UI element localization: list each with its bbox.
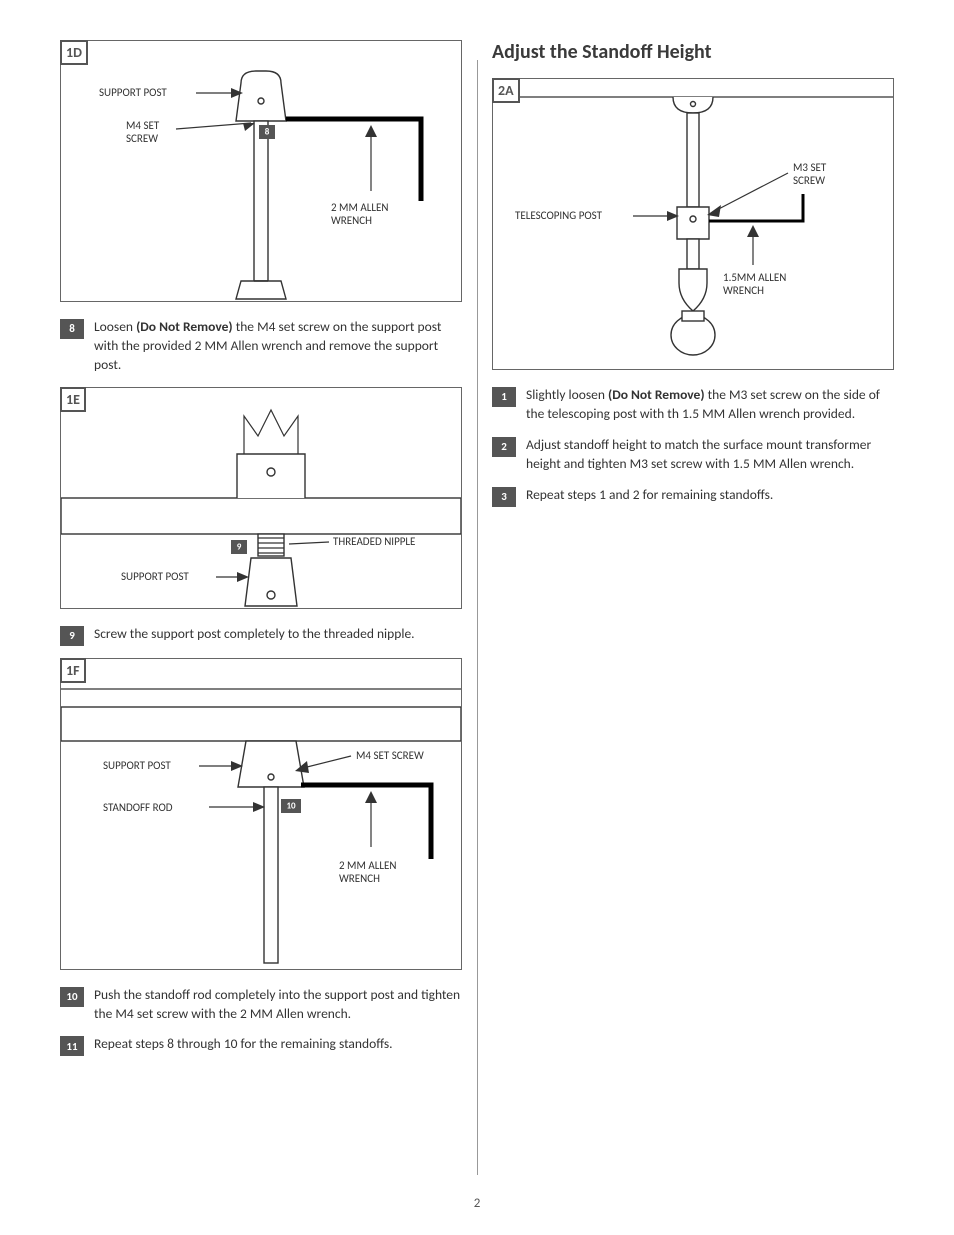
step-9: 9 Screw the support post completely to t…	[60, 625, 462, 646]
svg-text:1.5MM ALLEN: 1.5MM ALLEN	[723, 271, 786, 284]
svg-text:M4 SET SCREW: M4 SET SCREW	[356, 749, 424, 762]
step-text: Repeat steps 8 through 10 for the remain…	[94, 1035, 462, 1056]
svg-text:WRENCH: WRENCH	[339, 872, 380, 885]
step-num: 10	[60, 987, 84, 1007]
svg-text:SUPPORT POST: SUPPORT POST	[103, 759, 171, 772]
figure-1f-svg: SUPPORT POST STANDOFF ROD M4 SET SCREW 2…	[61, 659, 461, 969]
step-11: 11 Repeat steps 8 through 10 for the rem…	[60, 1035, 462, 1056]
svg-text:TELESCOPING POST: TELESCOPING POST	[515, 209, 603, 222]
figure-2a: 2A	[492, 78, 894, 370]
column-divider	[477, 60, 478, 1175]
step-8: 8 Loosen (Do Not Remove) the M4 set scre…	[60, 318, 462, 375]
right-column: Adjust the Standoff Height 2A	[492, 40, 894, 1068]
svg-text:2 MM ALLEN: 2 MM ALLEN	[339, 859, 396, 872]
step-num: 11	[60, 1036, 84, 1056]
step-text: Adjust standoff height to match the surf…	[526, 436, 894, 474]
svg-text:10: 10	[286, 800, 296, 811]
step-num: 2	[492, 437, 516, 457]
step-r2: 2 Adjust standoff height to match the su…	[492, 436, 894, 474]
figure-1d: 1D SUPPORT POST	[60, 40, 462, 302]
svg-text:SCREW: SCREW	[793, 174, 825, 187]
step-num: 8	[60, 319, 84, 339]
step-text: Slightly loosen (Do Not Remove) the M3 s…	[526, 386, 894, 424]
figure-tag-1e: 1E	[60, 387, 86, 412]
svg-text:WRENCH: WRENCH	[723, 284, 764, 297]
step-text: Screw the support post completely to the…	[94, 625, 462, 646]
svg-text:M3 SET: M3 SET	[793, 161, 827, 174]
step-text: Push the standoff rod completely into th…	[94, 986, 462, 1024]
step-num: 9	[60, 626, 84, 646]
step-num: 3	[492, 487, 516, 507]
svg-text:THREADED NIPPLE: THREADED NIPPLE	[333, 535, 415, 548]
label-support-post: SUPPORT POST	[99, 86, 167, 99]
left-column: 1D SUPPORT POST	[60, 40, 462, 1068]
page-number: 2	[0, 1196, 954, 1211]
figure-1e: 1E	[60, 387, 462, 609]
step-text: Repeat steps 1 and 2 for remaining stand…	[526, 486, 894, 507]
svg-text:9: 9	[237, 541, 242, 552]
step-r1: 1 Slightly loosen (Do Not Remove) the M3…	[492, 386, 894, 424]
svg-text:8: 8	[265, 127, 270, 138]
svg-text:SUPPORT POST: SUPPORT POST	[121, 570, 189, 583]
svg-text:2 MM ALLEN: 2 MM ALLEN	[331, 201, 388, 214]
figure-1f: 1F SUPPORT POST	[60, 658, 462, 970]
section-title: Adjust the Standoff Height	[492, 40, 894, 64]
figure-2a-svg: TELESCOPING POST M3 SET SCREW 1.5MM ALLE…	[493, 79, 893, 369]
svg-text:WRENCH: WRENCH	[331, 214, 372, 227]
step-text: Loosen (Do Not Remove) the M4 set screw …	[94, 318, 462, 375]
figure-tag-1d: 1D	[60, 40, 88, 65]
label-m4: M4 SET	[126, 119, 160, 132]
step-num: 1	[492, 387, 516, 407]
page: 1D SUPPORT POST	[0, 0, 954, 1235]
svg-text:SCREW: SCREW	[126, 132, 158, 145]
svg-text:STANDOFF ROD: STANDOFF ROD	[103, 801, 173, 814]
figure-1d-svg: SUPPORT POST M4 SET SCREW 2 MM ALLEN WRE…	[61, 41, 461, 301]
step-r3: 3 Repeat steps 1 and 2 for remaining sta…	[492, 486, 894, 507]
figure-tag-1f: 1F	[60, 658, 86, 683]
step-10: 10 Push the standoff rod completely into…	[60, 986, 462, 1024]
figure-tag-2a: 2A	[492, 78, 520, 103]
figure-1e-svg: THREADED NIPPLE SUPPORT POST 9	[61, 388, 461, 608]
